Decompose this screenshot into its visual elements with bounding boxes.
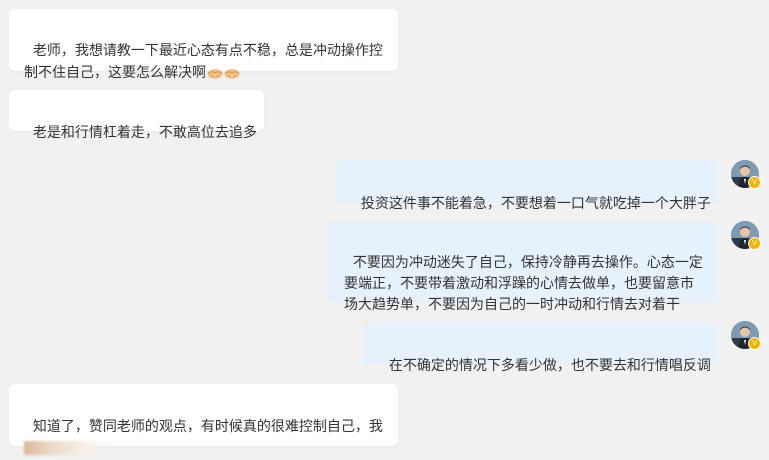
message-text: 老是和行情杠着走，不敢高位去追多 [32,125,257,141]
teacher-avatar[interactable]: V [731,160,761,189]
handshake-emoji-icon [224,65,240,87]
message-text: 投资这件事不能着急，不要想着一口气就吃掉一个大胖子 [360,196,711,212]
message-bubble-outgoing: 不要因为冲动迷失了自己，保持冷静再去操作。心态一定 要端正，不要带着激动和浮躁的… [328,222,718,313]
message-bubble-outgoing: 投资这件事不能着急，不要想着一口气就吃掉一个大胖子 [336,160,718,212]
message-text: 不要因为冲动迷失了自己，保持冷静再去操作。心态一定 要端正，不要带着激动和浮躁的… [344,255,703,313]
message-text: 知道了，赞同老师的观点，有时候真的很难控制自己，我 [32,419,383,435]
teacher-avatar[interactable]: V [731,321,761,350]
message-text: 老师，我想请教一下最近心态有点不稳，总是冲动操作控 制不住自己，这要怎么解决啊 [24,43,383,81]
verified-badge-icon: V [748,237,761,250]
message-bubble-incoming: 老师，我想请教一下最近心态有点不稳，总是冲动操作控 制不住自己，这要怎么解决啊 [9,9,398,81]
message-text: 在不确定的情况下多看少做，也不要去和行情唱反调 [388,358,711,374]
teacher-avatar[interactable]: V [731,221,761,250]
message-bubble-incoming: 知道了，赞同老师的观点，有时候真的很难控制自己，我 [9,384,398,455]
message-bubble-incoming: 老是和行情杠着走，不敢高位去追多 [9,90,264,141]
message-bubble-outgoing: 在不确定的情况下多看少做，也不要去和行情唱反调 [364,322,718,374]
handshake-emoji-icon [207,65,223,87]
verified-badge-icon: V [748,337,761,350]
verified-badge-icon: V [748,176,761,189]
blurred-text-redaction [24,441,114,455]
